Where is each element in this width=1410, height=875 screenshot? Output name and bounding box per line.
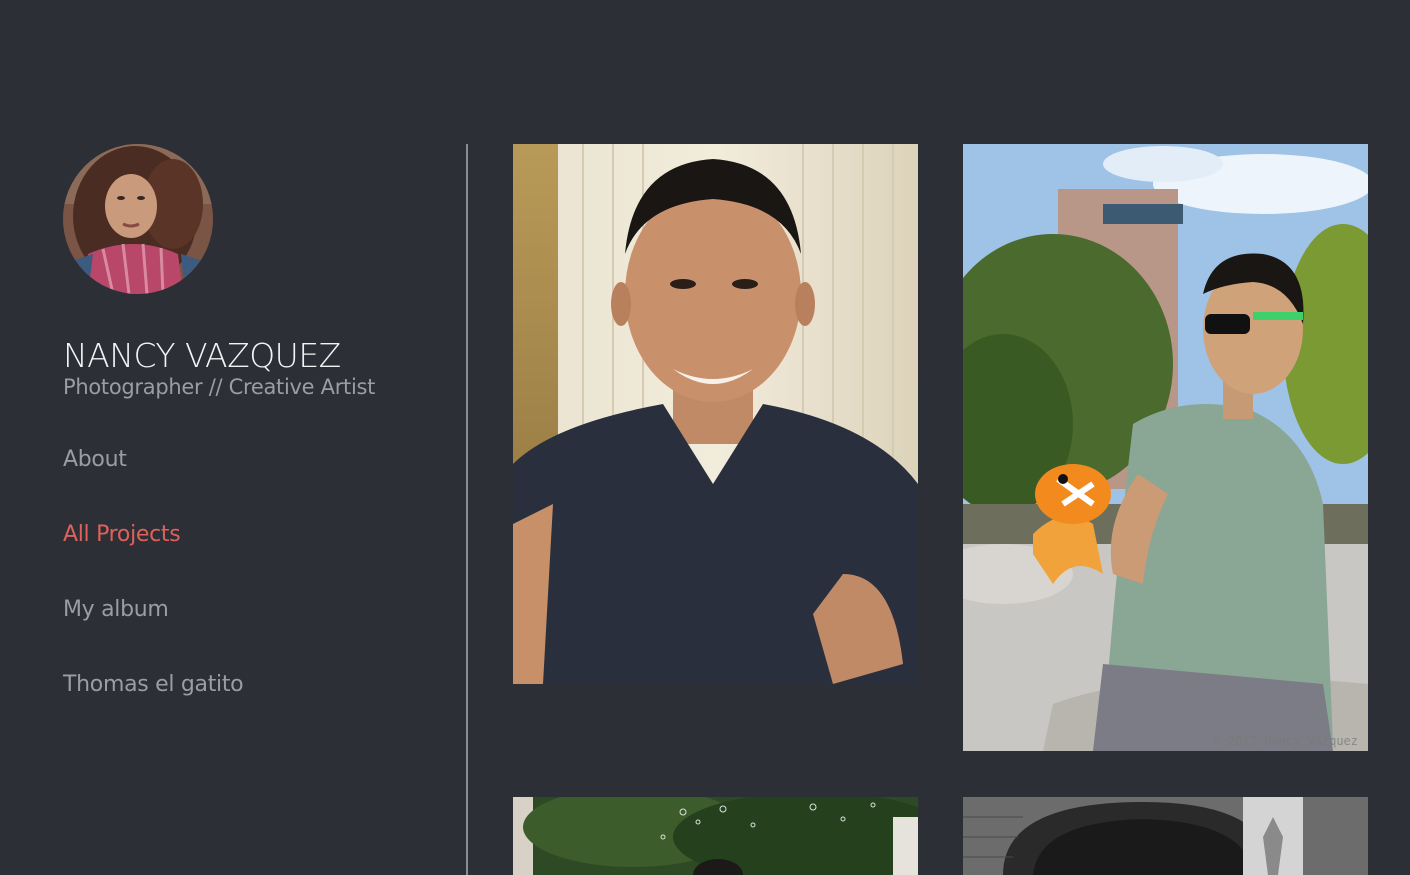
selfie-photo	[513, 144, 918, 684]
man-with-toy-gun-photo	[963, 144, 1368, 751]
bw-arch-photo	[963, 797, 1368, 875]
photo-watermark: © 2017 Nancy Vazquez	[1213, 734, 1359, 748]
sidebar: NANCY VAZQUEZ Photographer // Creative A…	[63, 144, 443, 745]
gallery-photo-park-bubbles[interactable]	[513, 797, 918, 875]
sidebar-divider	[466, 144, 468, 875]
portfolio-page: NANCY VAZQUEZ Photographer // Creative A…	[0, 0, 1410, 875]
nav-item-my-album[interactable]: My album	[63, 595, 443, 625]
gallery-photo-man-with-toy-gun[interactable]: © 2017 Nancy Vazquez	[963, 144, 1368, 751]
avatar-photo	[63, 144, 213, 294]
profile-tagline: Photographer // Creative Artist	[63, 375, 376, 399]
main-nav: About All Projects My album Thomas el ga…	[63, 445, 443, 700]
avatar[interactable]	[63, 144, 213, 294]
nav-item-about[interactable]: About	[63, 445, 443, 475]
gallery-photo-bw-arch[interactable]	[963, 797, 1368, 875]
nav-item-all-projects[interactable]: All Projects	[63, 520, 443, 550]
nav-item-thomas-el-gatito[interactable]: Thomas el gatito	[63, 670, 443, 700]
gallery-photo-selfie[interactable]	[513, 144, 918, 684]
profile-name: NANCY VAZQUEZ	[63, 336, 341, 375]
park-bubbles-photo	[513, 797, 918, 875]
